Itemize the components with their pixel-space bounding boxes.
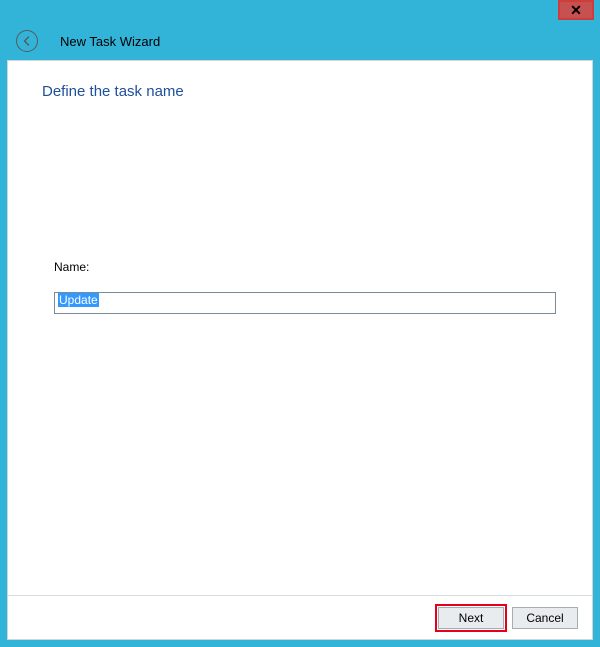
name-input[interactable]: Update [54,292,556,314]
window-title: New Task Wizard [60,34,160,49]
content-panel: Define the task name Name: Update Next C… [7,60,593,640]
header: New Task Wizard [0,22,600,60]
form-area: Name: Update [8,100,592,314]
name-input-value: Update [58,293,99,307]
back-button[interactable] [16,30,38,52]
arrow-left-icon [21,35,33,47]
cancel-button[interactable]: Cancel [512,607,578,629]
next-button[interactable]: Next [438,607,504,629]
content-wrap: Define the task name Name: Update Next C… [0,60,600,647]
close-button[interactable]: ✕ [558,0,594,20]
button-row: Next Cancel [8,595,592,639]
close-icon: ✕ [570,3,582,17]
page-heading: Define the task name [8,61,592,100]
name-label: Name: [54,260,556,274]
wizard-window: ✕ New Task Wizard Define the task name N… [0,0,600,647]
titlebar: ✕ [0,0,600,22]
